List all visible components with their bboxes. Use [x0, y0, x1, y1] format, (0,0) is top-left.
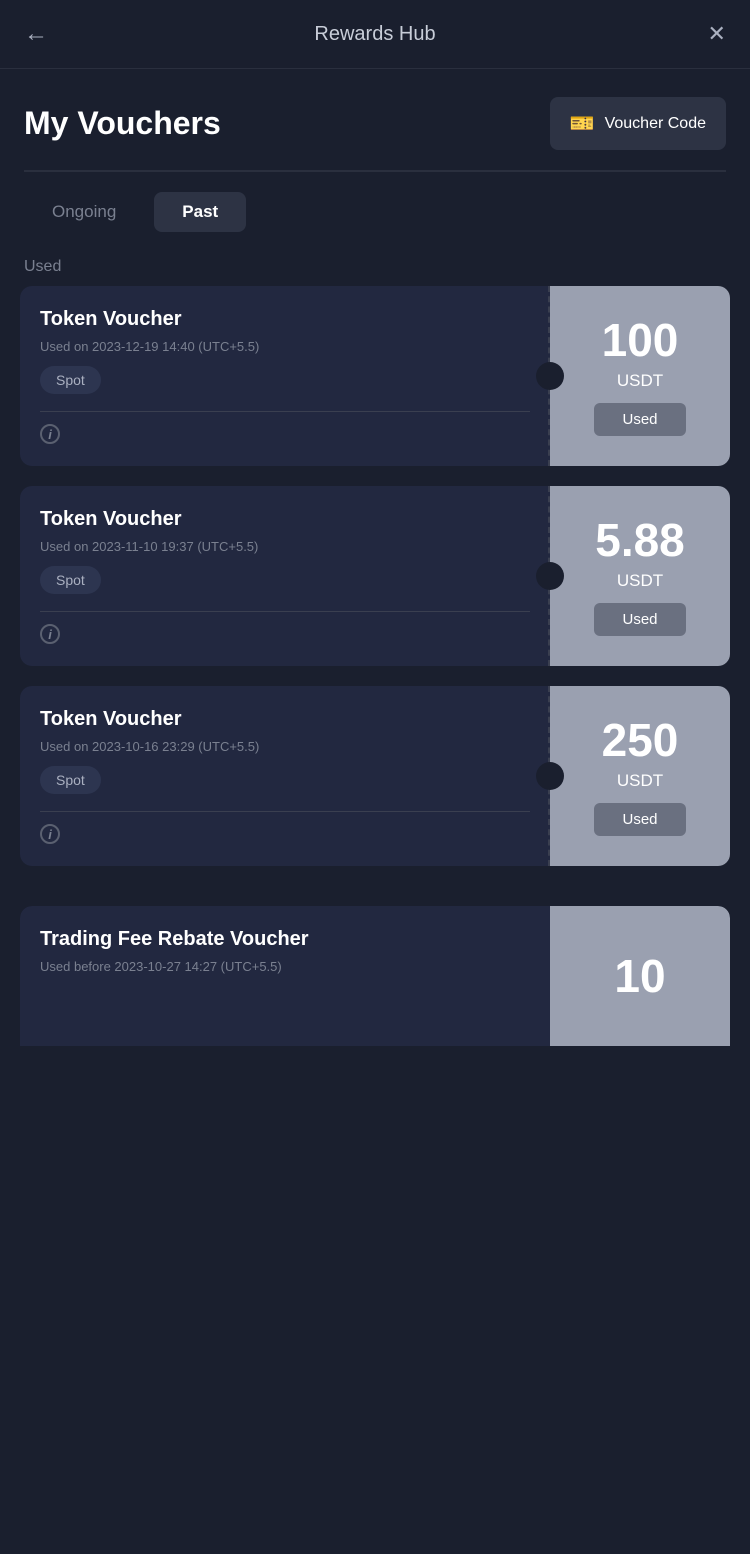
card-date-partial: Used before 2023-10-27 14:27 (UTC+5.5) [40, 959, 530, 974]
page-title: My Vouchers [24, 105, 221, 142]
card-left-1: Token Voucher Used on 2023-12-19 14:40 (… [20, 286, 550, 466]
card-right-partial: 10 [550, 906, 730, 1046]
voucher-card-partial: Trading Fee Rebate Voucher Used before 2… [20, 906, 730, 1046]
card-date-1: Used on 2023-12-19 14:40 (UTC+5.5) [40, 339, 530, 354]
info-icon-2[interactable]: i [40, 624, 60, 644]
info-icon-1[interactable]: i [40, 424, 60, 444]
card-currency-2: USDT [617, 571, 663, 591]
card-status-2: Used [594, 603, 685, 636]
card-info-3: i [40, 824, 530, 844]
card-separator-3 [40, 811, 530, 812]
tab-ongoing[interactable]: Ongoing [24, 192, 144, 232]
card-title-partial: Trading Fee Rebate Voucher [40, 928, 530, 951]
card-left-2: Token Voucher Used on 2023-11-10 19:37 (… [20, 486, 550, 666]
card-date-3: Used on 2023-10-16 23:29 (UTC+5.5) [40, 739, 530, 754]
card-right-1: 100 USDT Used [550, 286, 730, 466]
card-status-1: Used [594, 403, 685, 436]
voucher-code-label: Voucher Code [605, 115, 706, 133]
voucher-card-1: Token Voucher Used on 2023-12-19 14:40 (… [20, 286, 730, 466]
card-right-3: 250 USDT Used [550, 686, 730, 866]
card-amount-3: 250 [602, 717, 679, 763]
voucher-card-3: Token Voucher Used on 2023-10-16 23:29 (… [20, 686, 730, 866]
card-amount-2: 5.88 [595, 517, 685, 563]
tab-past[interactable]: Past [154, 192, 246, 232]
card-tag-3: Spot [40, 766, 101, 794]
back-button[interactable]: ← [24, 20, 64, 48]
card-date-2: Used on 2023-11-10 19:37 (UTC+5.5) [40, 539, 530, 554]
card-left-partial: Trading Fee Rebate Voucher Used before 2… [20, 906, 550, 1046]
card-separator-2 [40, 611, 530, 612]
card-left-3: Token Voucher Used on 2023-10-16 23:29 (… [20, 686, 550, 866]
voucher-card-2: Token Voucher Used on 2023-11-10 19:37 (… [20, 486, 730, 666]
card-currency-3: USDT [617, 771, 663, 791]
card-tag-1: Spot [40, 366, 101, 394]
card-separator-1 [40, 411, 530, 412]
card-title-1: Token Voucher [40, 308, 530, 331]
card-title-3: Token Voucher [40, 708, 530, 731]
voucher-list: Token Voucher Used on 2023-12-19 14:40 (… [0, 286, 750, 906]
voucher-code-button[interactable]: 🎫 Voucher Code [550, 97, 726, 150]
card-amount-partial: 10 [614, 953, 665, 999]
info-icon-3[interactable]: i [40, 824, 60, 844]
card-status-3: Used [594, 803, 685, 836]
close-button[interactable]: ✕ [686, 21, 726, 47]
tabs-section: Ongoing Past [0, 172, 750, 242]
page-title-section: My Vouchers 🎫 Voucher Code [0, 69, 750, 170]
header: ← Rewards Hub ✕ [0, 0, 750, 69]
card-tag-2: Spot [40, 566, 101, 594]
section-label: Used [0, 242, 750, 286]
card-info-1: i [40, 424, 530, 444]
card-right-2: 5.88 USDT Used [550, 486, 730, 666]
card-info-2: i [40, 624, 530, 644]
card-amount-1: 100 [602, 317, 679, 363]
voucher-icon: 🎫 [570, 111, 595, 136]
card-currency-1: USDT [617, 371, 663, 391]
header-title: Rewards Hub [314, 23, 435, 46]
card-title-2: Token Voucher [40, 508, 530, 531]
